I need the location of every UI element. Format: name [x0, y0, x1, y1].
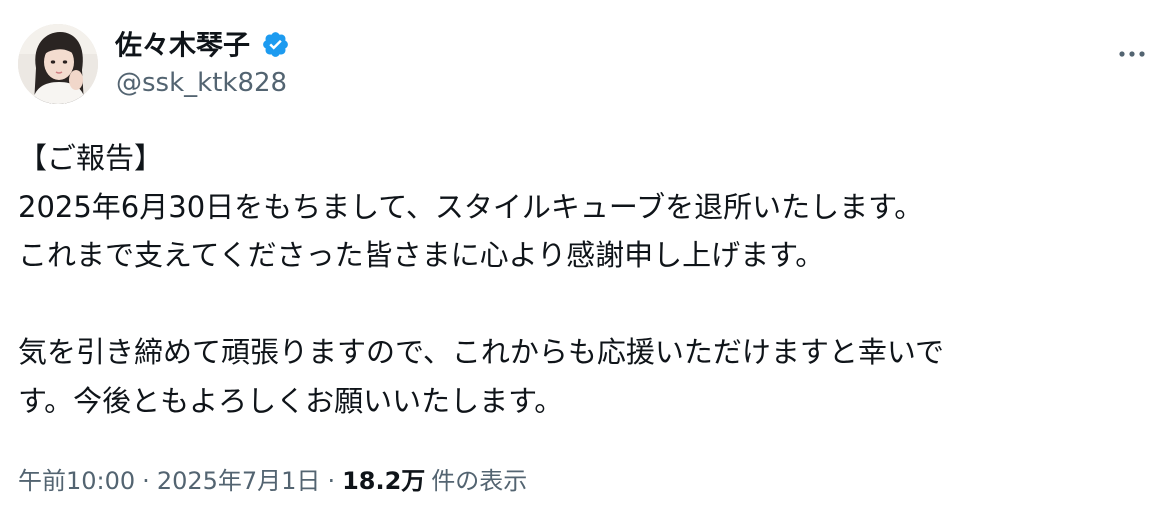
more-options-icon: [1119, 51, 1145, 57]
avatar[interactable]: [18, 24, 98, 104]
tweet-header: 佐々木琴子 @ssk_ktk828: [18, 24, 1152, 106]
tweet-line-5: す。今後ともよろしくお願いいたします。: [18, 383, 564, 418]
display-name-row: 佐々木琴子: [115, 26, 290, 66]
avatar-image: [18, 24, 98, 104]
tweet-line-4: 気を引き締めて頑張りますので、これからも応援いただけますと幸いで: [18, 335, 944, 369]
tweet-line-2: 2025年6月30日をもちまして、スタイルキューブを退所いたします。: [18, 189, 924, 224]
tweet-meta: 午前10:00 · 2025年7月1日 · 18.2万 件の表示: [18, 463, 527, 499]
views-count: 18.2万: [342, 467, 426, 495]
more-options-button[interactable]: [1112, 34, 1152, 74]
tweet-text: 【ご報告】 2025年6月30日をもちまして、スタイルキューブを退所いたします。…: [18, 134, 1152, 425]
display-name[interactable]: 佐々木琴子: [115, 31, 250, 62]
tweet-time[interactable]: 午前10:00: [18, 467, 135, 495]
views-label: 件の表示: [431, 467, 528, 495]
author-handle[interactable]: @ssk_ktk828: [116, 68, 287, 98]
meta-separator: ·: [142, 467, 150, 495]
tweet-line-3: これまで支えてくださった皆さまに心より感謝申し上げます。: [18, 238, 825, 272]
verified-badge-icon[interactable]: [261, 30, 290, 59]
meta-separator: ·: [327, 467, 336, 495]
tweet-line-1: 【ご報告】: [18, 141, 164, 175]
tweet-date[interactable]: 2025年7月1日: [157, 467, 321, 495]
